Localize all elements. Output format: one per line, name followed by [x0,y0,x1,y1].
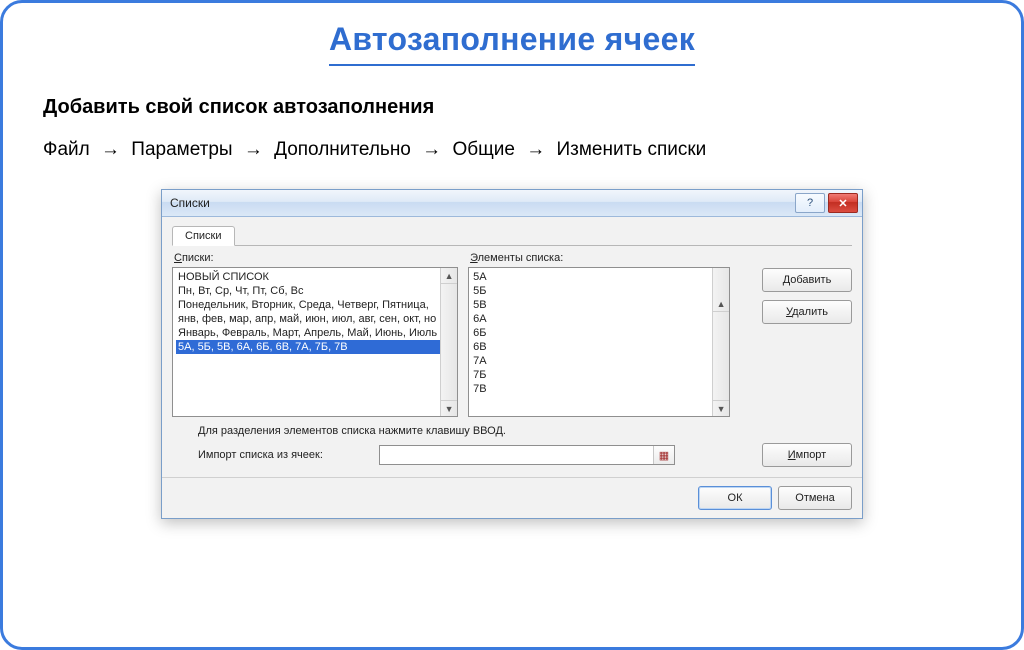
cancel-button[interactable]: Отмена [778,486,852,510]
ok-button[interactable]: ОК [698,486,772,510]
delete-button[interactable]: Удалить [762,300,852,324]
path-step: Дополнительно [274,139,411,160]
list-item[interactable]: янв, фев, мар, апр, май, июн, июл, авг, … [176,312,457,326]
scroll-up-icon[interactable]: ▲ [441,268,457,284]
scrollbar[interactable]: ▲ ▼ [440,268,457,416]
import-range-input[interactable]: ▦ [379,445,675,465]
dialog-footer: ОК Отмена [162,477,862,518]
slide: Автозаполнение ячеек Добавить свой списо… [0,0,1024,650]
list-item[interactable]: Пн, Вт, Ср, Чт, Пт, Сб, Вс [176,284,457,298]
lists-listbox[interactable]: НОВЫЙ СПИСОКПн, Вт, Ср, Чт, Пт, Сб, ВсПо… [172,267,458,417]
add-button[interactable]: Добавить [762,268,852,292]
arrow-icon: → [416,139,447,160]
dialog-caption: Списки [170,196,210,210]
path-step: Параметры [131,139,232,160]
path-step: Изменить списки [556,139,706,160]
menu-path: Файл → Параметры → Дополнительно → Общие… [43,139,981,161]
elements-content: 5А 5Б 5В 6А 6Б 6В 7А 7Б 7В [473,270,709,396]
scroll-down-icon[interactable]: ▼ [713,400,729,416]
list-item[interactable]: 5А, 5Б, 5В, 6А, 6Б, 6В, 7А, 7Б, 7В [176,340,457,354]
elements-label: Элементы списка: [470,252,730,264]
path-step: Файл [43,139,90,160]
help-button[interactable]: ? [795,193,825,213]
import-button[interactable]: Импорт [762,443,852,467]
lists-dialog: Списки ? ✕ Списки Списки: НОВЫЙ СПИСОКПн… [161,189,863,519]
dialog-titlebar[interactable]: Списки ? ✕ [162,190,862,217]
range-picker-icon[interactable]: ▦ [653,446,674,464]
lists-label: Списки: [174,252,458,264]
path-step: Общие [452,139,514,160]
list-item[interactable]: НОВЫЙ СПИСОК [176,270,457,284]
arrow-icon: → [520,139,551,160]
list-item[interactable]: Январь, Февраль, Март, Апрель, Май, Июнь… [176,326,457,340]
scrollbar[interactable]: ▲ ▼ [712,268,729,416]
subtitle: Добавить свой список автозаполнения [43,96,981,119]
list-item[interactable]: Понедельник, Вторник, Среда, Четверг, Пя… [176,298,457,312]
tabstrip: Списки [172,223,852,246]
scroll-down-icon[interactable]: ▼ [441,400,457,416]
arrow-icon: → [238,139,269,160]
import-label: Импорт списка из ячеек: [198,449,323,461]
hint-text: Для разделения элементов списка нажмите … [198,425,852,437]
tab-lists[interactable]: Списки [172,226,235,246]
scroll-up-icon[interactable]: ▲ [713,296,729,312]
arrow-icon: → [95,139,126,160]
page-title: Автозаполнение ячеек [329,21,695,66]
elements-textarea[interactable]: 5А 5Б 5В 6А 6Б 6В 7А 7Б 7В ▲ ▼ [468,267,730,417]
close-button[interactable]: ✕ [828,193,858,213]
